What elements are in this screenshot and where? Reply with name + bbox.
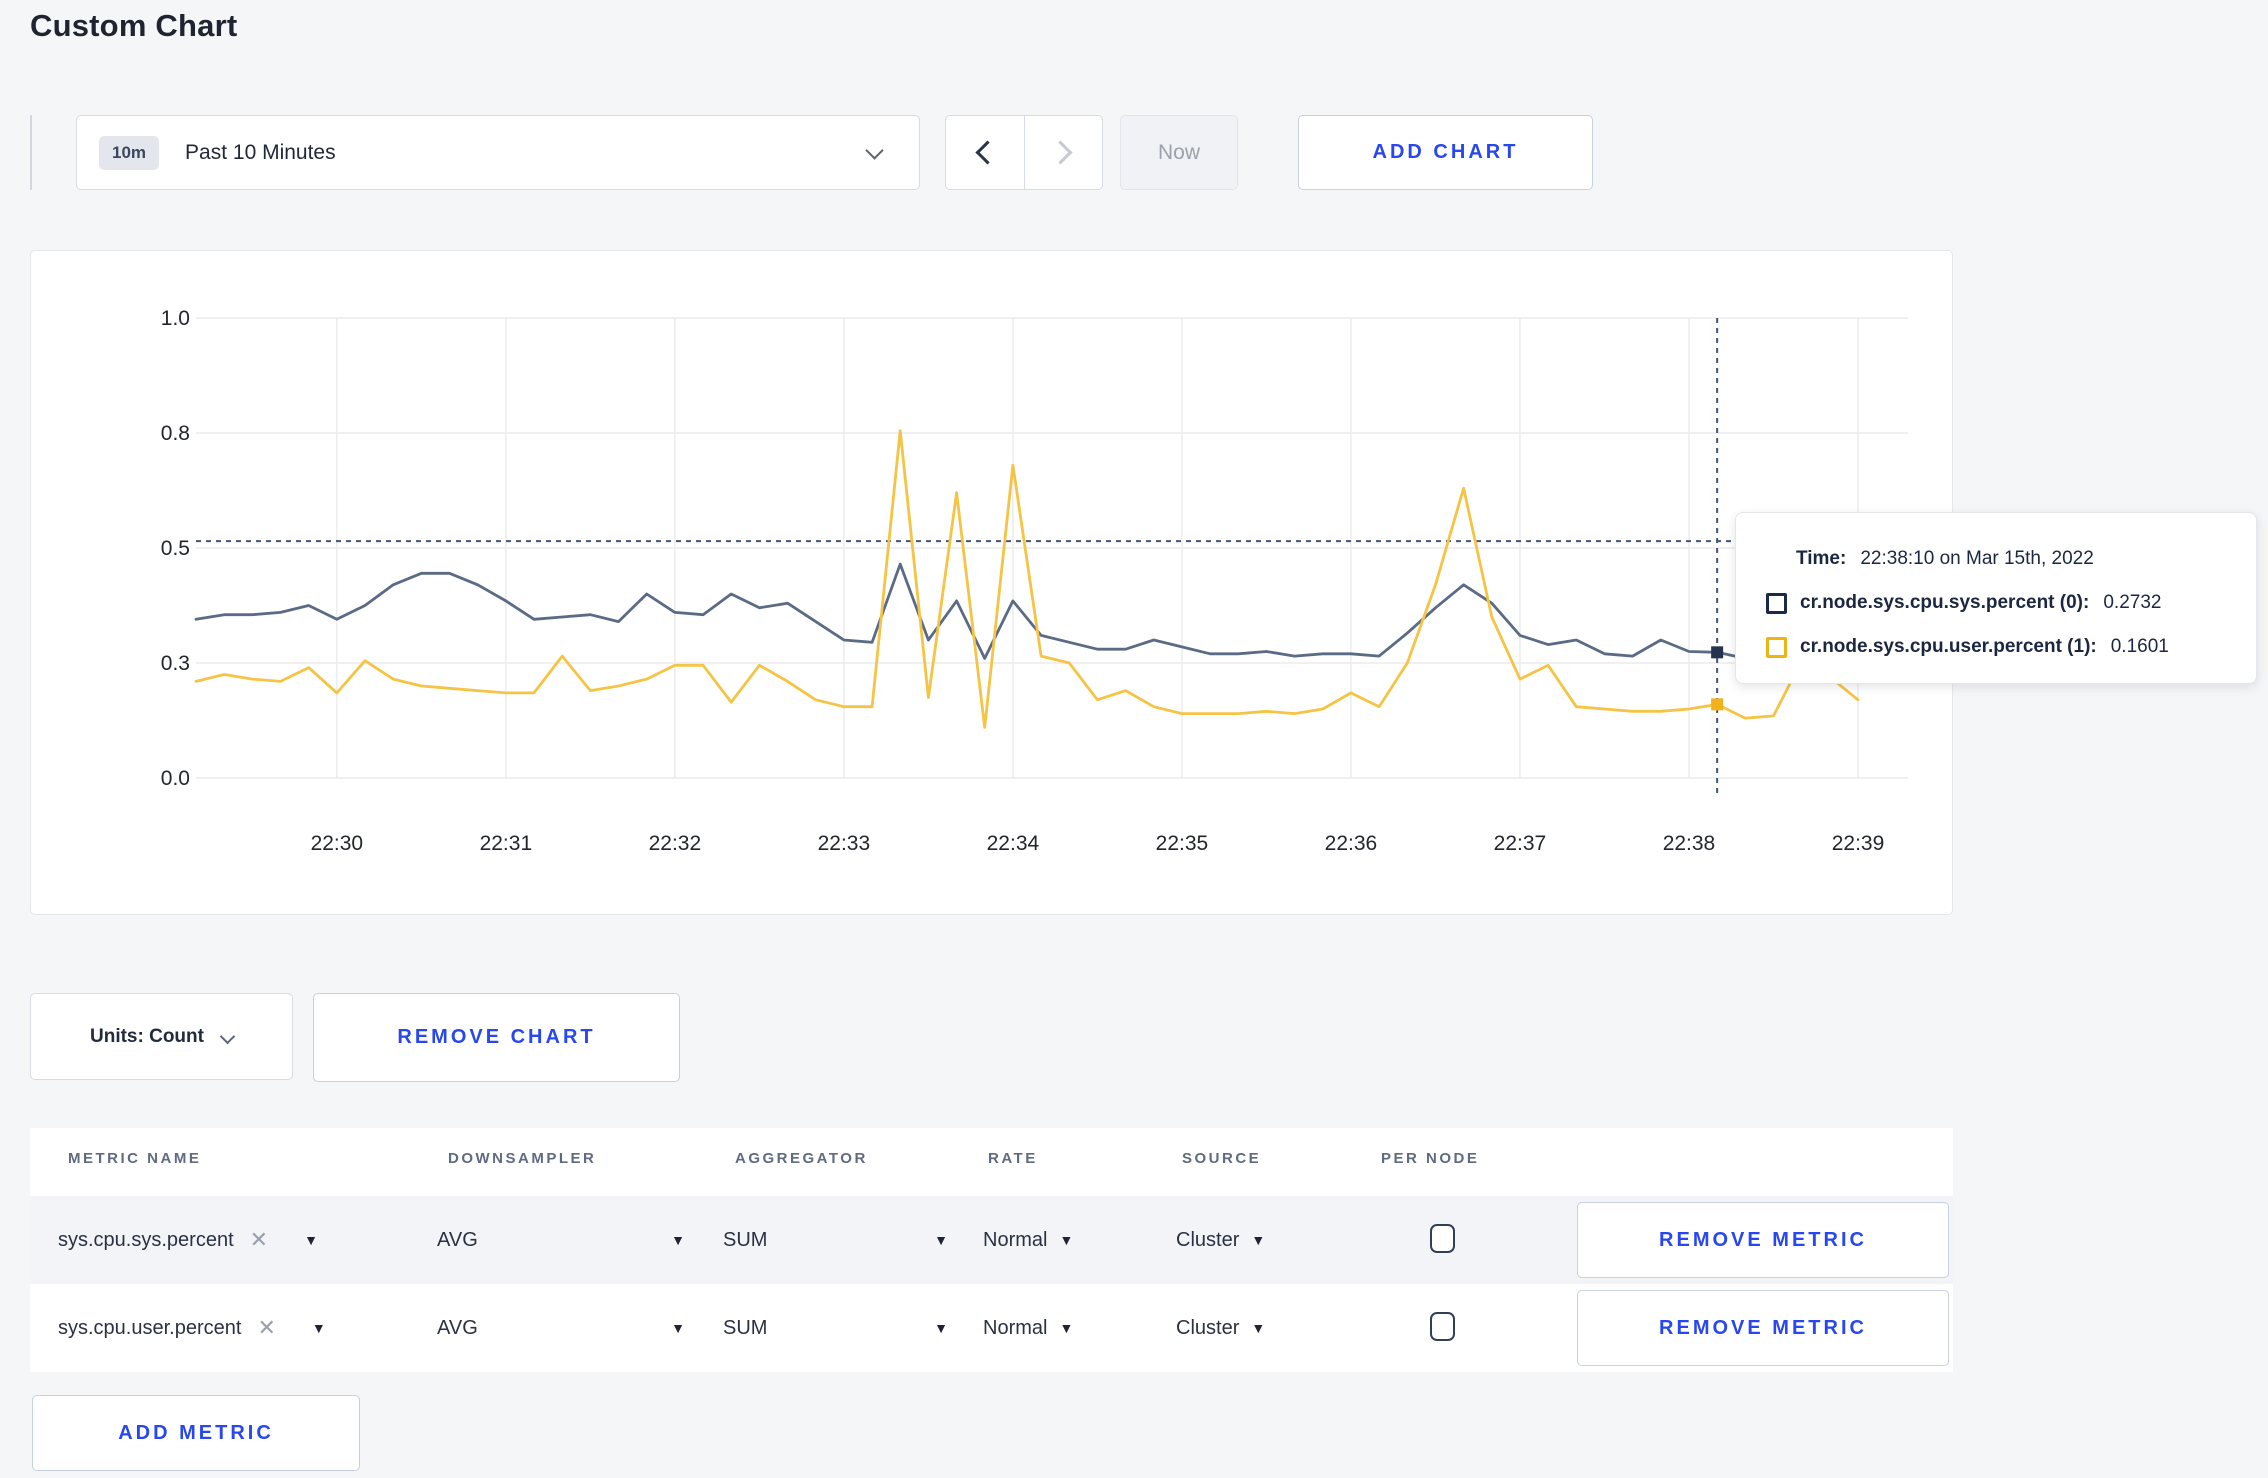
metrics-table: METRIC NAME DOWNSAMPLER AGGREGATOR RATE … — [30, 1128, 1953, 1372]
dropdown-arrow-icon: ▼ — [1059, 1320, 1074, 1336]
source-value: Cluster — [1176, 1316, 1240, 1339]
add-chart-button[interactable]: ADD CHART — [1298, 115, 1593, 190]
downsampler-value: AVG — [437, 1316, 478, 1339]
chevron-left-icon — [975, 140, 1000, 165]
dropdown-arrow-icon: ▼ — [1251, 1232, 1266, 1248]
dropdown-arrow-icon: ▼ — [671, 1232, 685, 1248]
col-header-metric-name: METRIC NAME — [68, 1150, 202, 1167]
remove-chart-button[interactable]: REMOVE CHART — [313, 993, 680, 1082]
source-value: Cluster — [1176, 1228, 1240, 1251]
tooltip-series-value: 0.1601 — [2110, 636, 2169, 657]
dropdown-arrow-icon: ▼ — [311, 1320, 326, 1336]
metrics-table-header: METRIC NAME DOWNSAMPLER AGGREGATOR RATE … — [30, 1128, 1953, 1196]
tooltip-series-row: cr.node.sys.cpu.user.percent (1): 0.1601 — [1766, 625, 2226, 669]
metric-name-value: sys.cpu.sys.percent — [58, 1228, 234, 1251]
clear-icon[interactable]: ✕ — [250, 1227, 268, 1253]
clear-icon[interactable]: ✕ — [257, 1315, 275, 1341]
table-row: sys.cpu.sys.percent ✕ ▼ AVG ▼ SUM ▼ Norm… — [30, 1196, 1953, 1284]
table-row: sys.cpu.user.percent ✕ ▼ AVG ▼ SUM ▼ Nor… — [30, 1284, 1953, 1372]
rate-value: Normal — [983, 1228, 1048, 1251]
remove-metric-button[interactable]: REMOVE METRIC — [1577, 1290, 1949, 1366]
custom-chart-page: Custom Chart 10m Past 10 Minutes Now ADD… — [0, 0, 2268, 1478]
tooltip-series-label: cr.node.sys.cpu.user.percent (1): — [1800, 636, 2097, 657]
chevron-right-icon — [1048, 140, 1073, 165]
col-header-downsampler: DOWNSAMPLER — [448, 1150, 597, 1167]
chart-tooltip: Time: 22:38:10 on Mar 15th, 2022 cr.node… — [1735, 512, 2257, 684]
dropdown-arrow-icon: ▼ — [671, 1320, 685, 1336]
series-sys-legend-icon — [1766, 592, 1787, 614]
metric-name-value: sys.cpu.user.percent — [58, 1316, 242, 1339]
col-header-source: SOURCE — [1182, 1150, 1262, 1167]
units-label: Units: Count — [90, 1025, 204, 1047]
metric-name-select[interactable]: sys.cpu.sys.percent ✕ ▼ — [58, 1196, 318, 1284]
metric-name-select[interactable]: sys.cpu.user.percent ✕ ▼ — [58, 1284, 326, 1372]
col-header-rate: RATE — [988, 1150, 1038, 1167]
downsampler-select[interactable]: AVG ▼ — [437, 1196, 685, 1284]
aggregator-value: SUM — [723, 1228, 768, 1251]
toolbar-divider — [30, 115, 32, 190]
aggregator-value: SUM — [723, 1316, 768, 1339]
next-range-button[interactable] — [1025, 116, 1103, 189]
tooltip-series-value: 0.2732 — [2103, 592, 2162, 613]
add-metric-button[interactable]: ADD METRIC — [32, 1395, 360, 1471]
downsampler-value: AVG — [437, 1228, 478, 1251]
chevron-down-icon — [865, 141, 884, 160]
dropdown-arrow-icon: ▼ — [934, 1232, 948, 1248]
dropdown-arrow-icon: ▼ — [304, 1232, 318, 1248]
tooltip-series-label: cr.node.sys.cpu.sys.percent (0): — [1800, 592, 2090, 613]
col-header-per-node: PER NODE — [1381, 1150, 1480, 1167]
time-range-select[interactable]: 10m Past 10 Minutes — [76, 115, 920, 190]
prev-range-button[interactable] — [946, 116, 1025, 189]
downsampler-select[interactable]: AVG ▼ — [437, 1284, 685, 1372]
remove-metric-button[interactable]: REMOVE METRIC — [1577, 1202, 1949, 1278]
time-range-label: Past 10 Minutes — [185, 140, 336, 164]
aggregator-select[interactable]: SUM ▼ — [723, 1196, 948, 1284]
source-select[interactable]: Cluster ▼ — [1176, 1284, 1265, 1372]
time-pager — [945, 115, 1103, 190]
col-header-aggregator: AGGREGATOR — [735, 1150, 868, 1167]
chart-card — [30, 250, 1953, 915]
dropdown-arrow-icon: ▼ — [1251, 1320, 1266, 1336]
dropdown-arrow-icon: ▼ — [1059, 1232, 1074, 1248]
aggregator-select[interactable]: SUM ▼ — [723, 1284, 948, 1372]
now-button[interactable]: Now — [1120, 115, 1238, 190]
chevron-down-icon — [219, 1028, 236, 1045]
tooltip-series-row: cr.node.sys.cpu.sys.percent (0): 0.2732 — [1766, 581, 2226, 625]
rate-value: Normal — [983, 1316, 1048, 1339]
tooltip-time-value: 22:38:10 on Mar 15th, 2022 — [1860, 548, 2094, 569]
series-user-legend-icon — [1766, 636, 1787, 658]
tooltip-time-row: Time: 22:38:10 on Mar 15th, 2022 — [1766, 537, 2226, 581]
source-select[interactable]: Cluster ▼ — [1176, 1196, 1265, 1284]
units-select[interactable]: Units: Count — [30, 993, 293, 1080]
per-node-checkbox[interactable] — [1430, 1224, 1455, 1253]
tooltip-time-label: Time: — [1796, 548, 1847, 569]
per-node-checkbox[interactable] — [1430, 1312, 1455, 1341]
dropdown-arrow-icon: ▼ — [934, 1320, 948, 1336]
rate-select[interactable]: Normal ▼ — [983, 1284, 1073, 1372]
rate-select[interactable]: Normal ▼ — [983, 1196, 1073, 1284]
time-range-badge: 10m — [99, 135, 160, 170]
page-title: Custom Chart — [30, 8, 238, 43]
